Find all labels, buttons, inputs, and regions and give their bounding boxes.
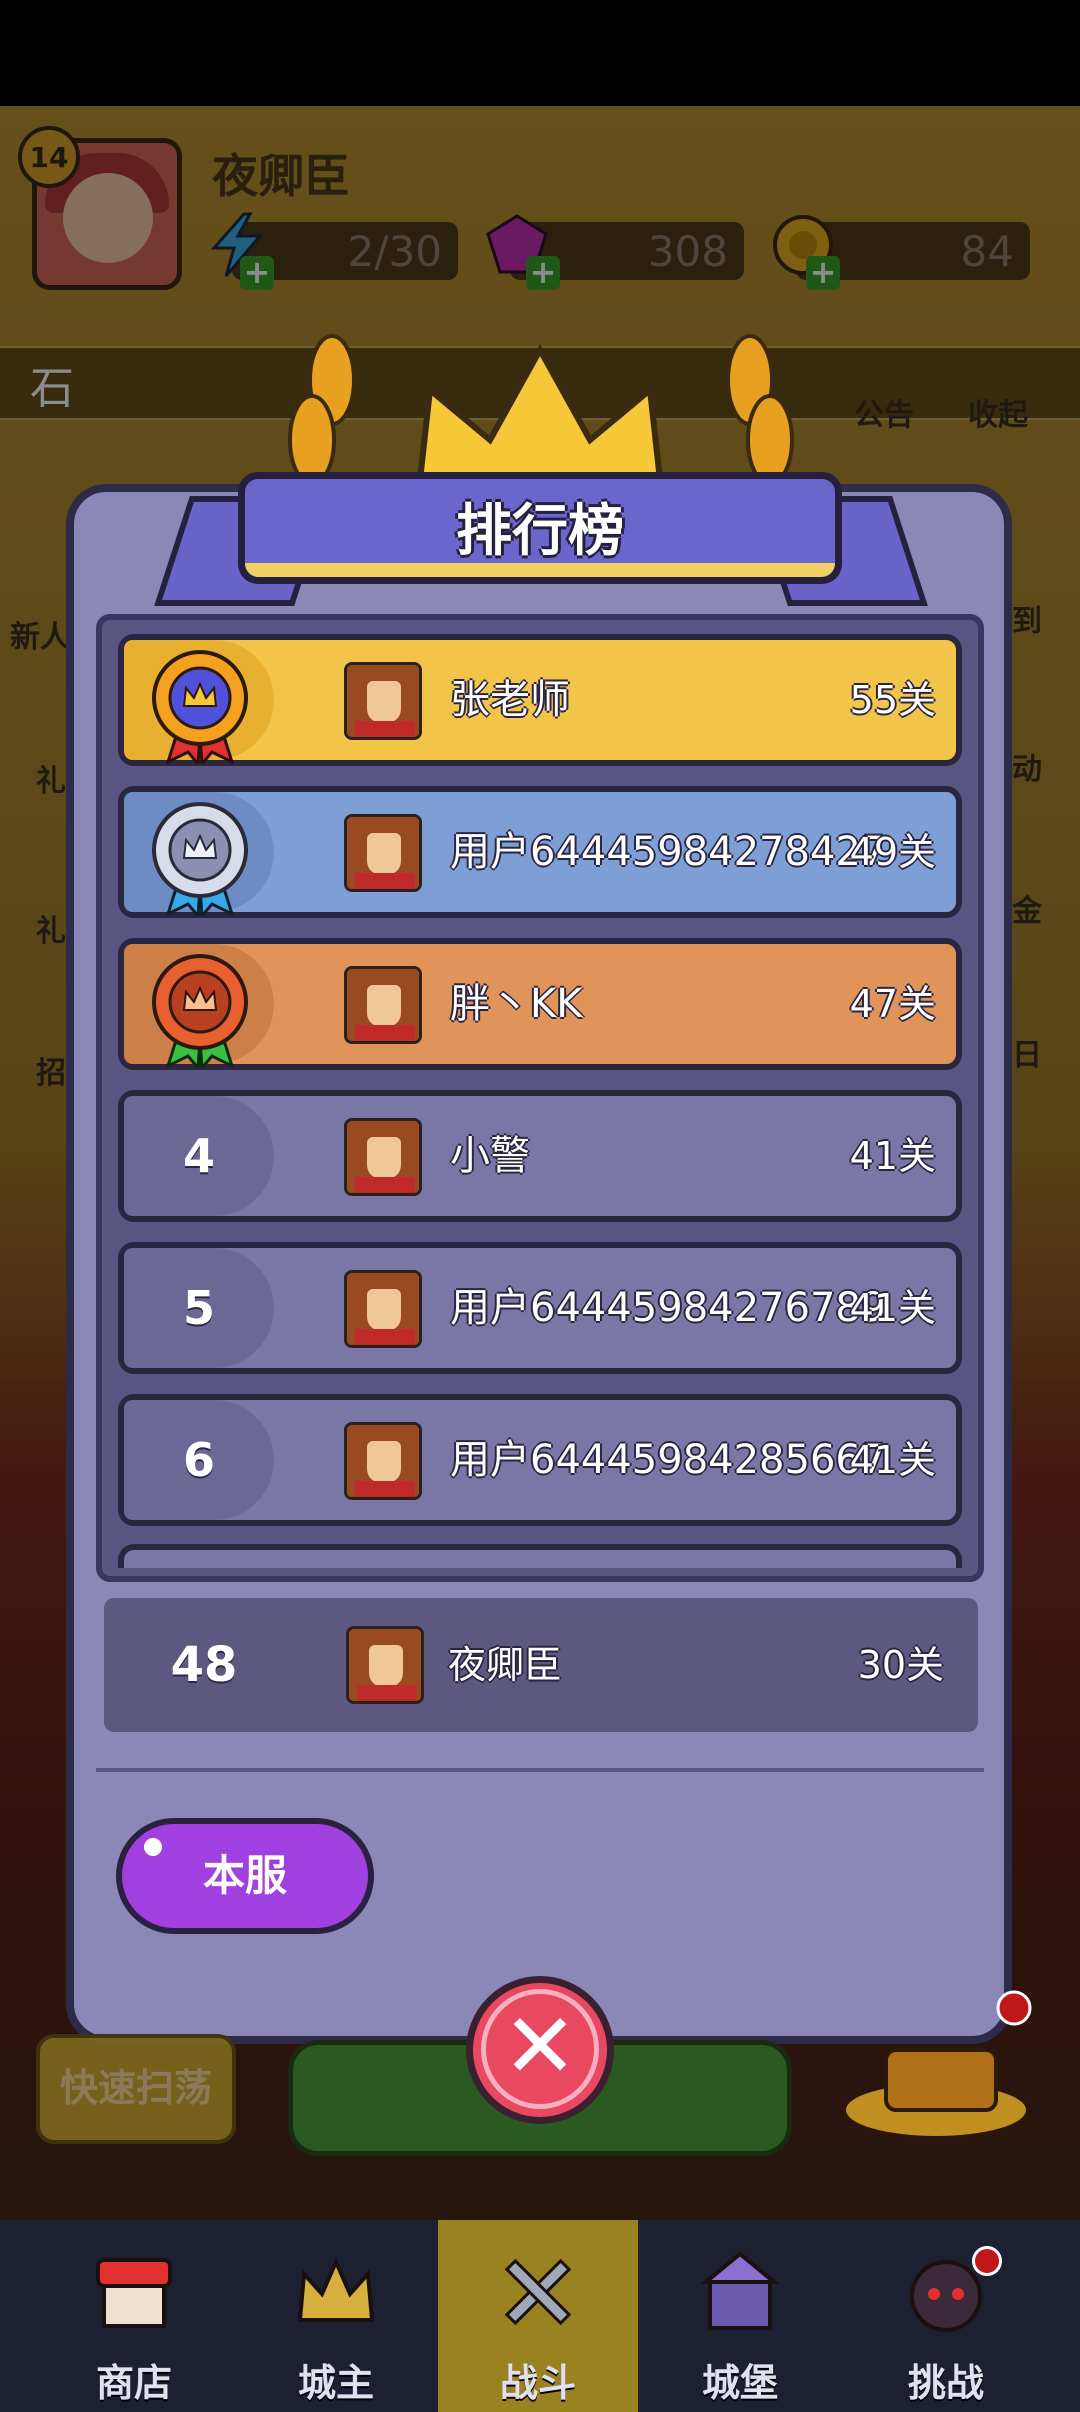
player-score: 47关: [849, 982, 936, 1026]
my-rank-number: 48: [170, 1637, 238, 1693]
server-tab-button[interactable]: 本服: [116, 1818, 374, 1934]
player-name: 用户64445984278427: [450, 829, 887, 875]
nav-challenge[interactable]: 挑战: [846, 2220, 1046, 2412]
shop-icon: [96, 2258, 172, 2328]
treasure-chest-icon[interactable]: [836, 1990, 1036, 2140]
quick-sweep-button[interactable]: 快速扫荡: [36, 2034, 236, 2144]
player-score: 41关: [849, 1438, 936, 1482]
player-name: 胖丶KK: [450, 981, 583, 1027]
player-score: 41关: [849, 1286, 936, 1330]
player-avatar-small: [344, 966, 422, 1044]
nav-lord[interactable]: 城主: [236, 2220, 436, 2412]
nav-castle[interactable]: 城堡: [640, 2220, 840, 2412]
status-bar: [0, 0, 1080, 106]
player-avatar-small: [344, 662, 422, 740]
player-score: 55关: [849, 678, 936, 722]
nav-label: 城主: [297, 2361, 374, 2405]
leaderboard-row-2[interactable]: 用户64445984278427 49关: [118, 786, 962, 918]
player-avatar-small: [344, 1270, 422, 1348]
my-score: 30关: [857, 1643, 944, 1687]
crossed-swords-icon: [504, 2258, 572, 2326]
player-name: 用户64445984276789: [450, 1285, 887, 1331]
gold-medal-icon: [152, 650, 248, 764]
silver-medal-icon: [152, 802, 248, 916]
nav-shop[interactable]: 商店: [34, 2220, 234, 2412]
player-avatar-small: [344, 814, 422, 892]
leaderboard-row-partial[interactable]: [118, 1544, 962, 1568]
nav-label: 战斗: [499, 2361, 576, 2405]
nav-label: 城堡: [701, 2361, 778, 2405]
leaderboard-row-3[interactable]: 胖丶KK 47关: [118, 938, 962, 1070]
crown-decoration: [416, 343, 664, 483]
my-name: 夜卿臣: [448, 1643, 563, 1687]
player-name: 张老师: [450, 677, 570, 723]
nav-battle[interactable]: 战斗: [438, 2220, 638, 2412]
player-score: 41关: [849, 1134, 936, 1178]
rank-number: 4: [182, 1129, 215, 1183]
leaderboard-row-1[interactable]: 张老师 55关: [118, 634, 962, 766]
dialog-title: 排行榜: [456, 499, 624, 564]
crown-icon: [297, 2257, 375, 2322]
leaderboard-row-4[interactable]: 4 小警 41关: [118, 1090, 962, 1222]
leaderboard-row-6[interactable]: 6 用户64445984285667 41关: [118, 1394, 962, 1526]
player-name: 用户64445984285667: [450, 1437, 887, 1483]
bronze-medal-icon: [152, 954, 248, 1068]
my-rank-row: 48 夜卿臣 30关: [104, 1598, 978, 1732]
nav-label: 挑战: [907, 2361, 984, 2405]
player-name: 小警: [450, 1133, 530, 1179]
nav-label: 商店: [95, 2361, 172, 2405]
leaderboard-row-5[interactable]: 5 用户64445984276789 41关: [118, 1242, 962, 1374]
notification-dot: [972, 2246, 1002, 2276]
player-avatar-small: [344, 1422, 422, 1500]
rank-number: 5: [182, 1281, 215, 1335]
player-avatar-small: [344, 1118, 422, 1196]
castle-icon: [700, 2251, 780, 2330]
my-avatar-small: [346, 1626, 424, 1704]
player-score: 49关: [849, 830, 936, 874]
rank-number: 6: [182, 1433, 215, 1487]
close-button[interactable]: ✕: [466, 1976, 614, 2124]
dialog-divider: [96, 1768, 984, 1772]
